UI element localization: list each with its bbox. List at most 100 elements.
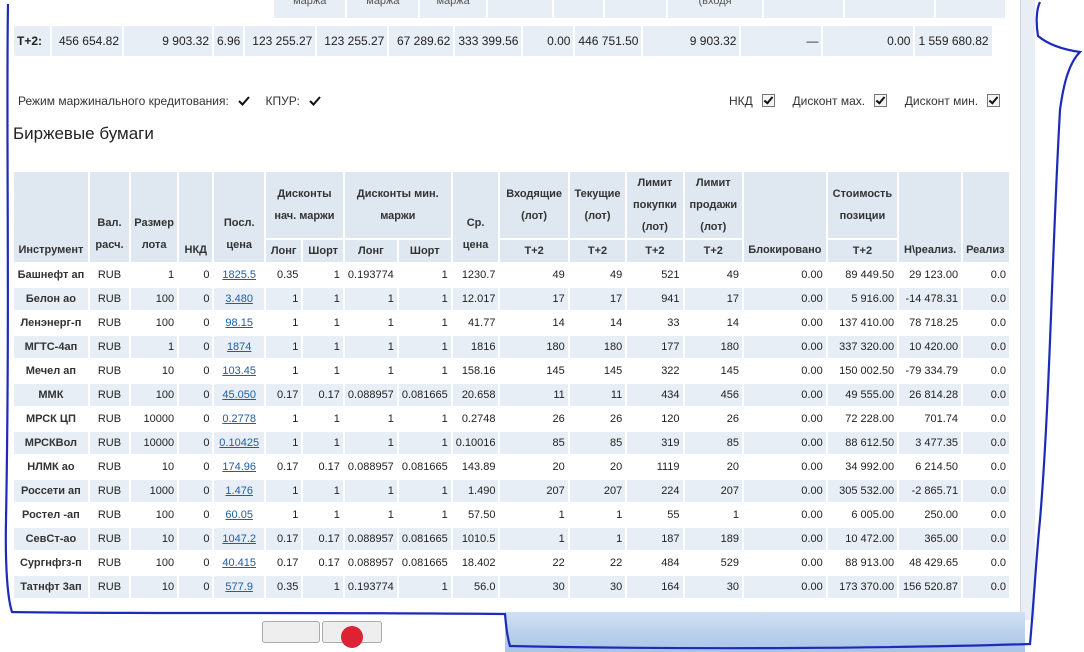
cell-avg-price: 41.77: [452, 312, 499, 334]
col-position-value-t2[interactable]: T+2: [827, 240, 898, 262]
cell-unrealized: 3 477.35: [899, 432, 962, 454]
cell-sell-limit: 189: [684, 528, 743, 550]
col-sell-limit[interactable]: Лимит продажи (лот): [684, 172, 743, 238]
table-row[interactable]: Татнфт 3ап RUB 10 0 577.9 0.35 1 0.193774 1 56.0 3…: [14, 576, 1009, 598]
vertical-scrollbar[interactable]: [1020, 0, 1035, 620]
col-sell-limit-t2[interactable]: T+2: [684, 240, 743, 262]
col-position-value[interactable]: Стоимость позиции: [827, 172, 898, 238]
col-disc-init[interactable]: Дисконты нач. маржи: [265, 172, 343, 238]
col-current[interactable]: Текущие (лот): [569, 172, 626, 238]
cell-realized: 0.0: [963, 528, 1009, 550]
cell-position-value: 72 228.00: [827, 408, 898, 430]
last-price-link[interactable]: 3.480: [225, 293, 253, 305]
col-buy-limit-t2[interactable]: T+2: [627, 240, 683, 262]
cell-realized: 0.0: [963, 576, 1009, 598]
last-price-link[interactable]: 103.45: [222, 365, 256, 377]
bottom-toolbar-button[interactable]: [262, 621, 320, 643]
table-row[interactable]: Башнефт ап RUB 1 0 1825.5 0.35 1 0.193774 1 1230.…: [14, 264, 1009, 286]
last-price-link[interactable]: 60.05: [225, 509, 253, 521]
col-last-price[interactable]: Посл. цена: [214, 172, 264, 262]
table-row[interactable]: Ростел -ап RUB 100 0 60.05 1 1 1 1 57.50 1 1 55 1 0.00…: [14, 504, 1009, 526]
cell-incoming: 30: [500, 576, 568, 598]
last-price-link[interactable]: 0.10425: [219, 437, 259, 449]
last-price-link[interactable]: 1874: [227, 341, 251, 353]
flags-bar: Режим маржинального кредитования: КПУР: …: [18, 94, 1018, 110]
bottom-toolbar-button[interactable]: [322, 621, 382, 648]
discount-max-checkbox[interactable]: [874, 94, 888, 107]
cell-incoming: 180: [500, 336, 568, 358]
last-price-link[interactable]: 577.9: [225, 581, 253, 593]
cell-disc-min-short: 1: [398, 504, 451, 526]
table-row[interactable]: Сургнфгз-п RUB 100 0 40.415 0.17 0.17 0.088957 0…: [14, 552, 1009, 574]
cell-last-price: 577.9: [214, 576, 264, 598]
cell-lot-size: 100: [131, 384, 178, 406]
col-nkd[interactable]: НКД: [179, 172, 213, 262]
col-disc-min-long[interactable]: Лонг: [344, 240, 397, 262]
col-realized[interactable]: Реализ: [963, 172, 1009, 262]
last-price-link[interactable]: 45.050: [222, 389, 256, 401]
cell-buy-limit: 33: [627, 312, 683, 334]
cell-disc-min-long: 1: [344, 312, 397, 334]
cell-realized: 0.0: [963, 312, 1009, 334]
col-disc-min-short[interactable]: Шорт: [398, 240, 451, 262]
cell-instrument: МГТС-4ап: [14, 336, 88, 358]
last-price-link[interactable]: 1825.5: [222, 269, 256, 281]
last-price-link[interactable]: 40.415: [222, 557, 256, 569]
cell-disc-min-short: 1: [398, 312, 451, 334]
cell-disc-min-long: 0.088957: [344, 552, 397, 574]
cell-sell-limit: 456: [684, 384, 743, 406]
cell-disc-init-long: 0.17: [265, 384, 302, 406]
col-disc-init-long[interactable]: Лонг: [265, 240, 302, 262]
col-unrealized[interactable]: Н\реализ.: [899, 172, 962, 262]
cell-instrument: МРСК ЦП: [14, 408, 88, 430]
col-disc-init-short[interactable]: Шорт: [303, 240, 343, 262]
cell-currency: RUB: [89, 408, 130, 430]
cell-currency: RUB: [89, 336, 130, 358]
table-row[interactable]: МРСК ЦП RUB 10000 0 0.2778 1 1 1 1 0.2748 26 26 120 2…: [14, 408, 1009, 430]
cell-disc-min-short: 1: [398, 576, 451, 598]
table-row[interactable]: ММК RUB 100 0 45.050 0.17 0.17 0.088957 0.081665…: [14, 384, 1009, 406]
table-row[interactable]: Ленэнерг-п RUB 100 0 98.15 1 1 1 1 41.77 14 14 33 14 0…: [14, 312, 1009, 334]
cell-currency: RUB: [89, 312, 130, 334]
cell-realized: 0.0: [963, 384, 1009, 406]
last-price-link[interactable]: 1047.2: [222, 533, 256, 545]
col-disc-min[interactable]: Дисконты мин. маржи: [344, 172, 451, 238]
cell-nkd: 0: [179, 408, 213, 430]
col-incoming-t2[interactable]: T+2: [500, 240, 568, 262]
col-instrument[interactable]: Инструмент: [14, 172, 88, 262]
cell-last-price: 98.15: [214, 312, 264, 334]
cell-unrealized: 365.00: [899, 528, 962, 550]
table-row[interactable]: Мечел ап RUB 10 0 103.45 1 1 1 1 158.16 145 145 322 1…: [14, 360, 1009, 382]
table-row[interactable]: Россети ап RUB 1000 0 1.476 1 1 1 1 1.490 207 207 22…: [14, 480, 1009, 502]
col-blocked[interactable]: Блокировано: [744, 172, 826, 262]
cell-realized: 0.0: [963, 408, 1009, 430]
cell-avg-price: 20.658: [452, 384, 499, 406]
table-row[interactable]: Белон ао RUB 100 0 3.480 1 1 1 1 12.017 17 17 941 17 0…: [14, 288, 1009, 310]
col-incoming[interactable]: Входящие (лот): [500, 172, 568, 238]
table-row[interactable]: МРСКВол RUB 10000 0 0.10425 1 1 1 1 0.10016 85 85 31…: [14, 432, 1009, 454]
col-avg-price[interactable]: Ср. цена: [452, 172, 499, 262]
last-price-link[interactable]: 1.476: [225, 485, 253, 497]
col-lot-size[interactable]: Размер лота: [131, 172, 178, 262]
cell-buy-limit: 55: [627, 504, 683, 526]
cell-currency: RUB: [89, 360, 130, 382]
nkd-checkbox[interactable]: [762, 94, 776, 107]
last-price-link[interactable]: 0.2778: [222, 413, 256, 425]
col-buy-limit[interactable]: Лимит покупки (лот): [627, 172, 683, 238]
table-row[interactable]: МГТС-4ап RUB 1 0 1874 1 1 1 1 1816 180 180 177 180 0.0…: [14, 336, 1009, 358]
cell-lot-size: 100: [131, 552, 178, 574]
table-row[interactable]: СевСт-ао RUB 10 0 1047.2 0.17 0.17 0.088957 0.08…: [14, 528, 1009, 550]
cell-incoming: 17: [500, 288, 568, 310]
cell-nkd: 0: [179, 312, 213, 334]
col-current-t2[interactable]: T+2: [569, 240, 626, 262]
last-price-link[interactable]: 98.15: [225, 317, 253, 329]
discount-min-checkbox[interactable]: [987, 94, 1001, 107]
cell-position-value: 137 410.00: [827, 312, 898, 334]
table-row[interactable]: НЛМК ао RUB 10 0 174.96 0.17 0.17 0.088957 0.081…: [14, 456, 1009, 478]
last-price-link[interactable]: 174.96: [222, 461, 256, 473]
cell-lot-size: 1000: [131, 480, 178, 502]
cell-position-value: 88 913.00: [827, 552, 898, 574]
cell-disc-min-short: 0.081665: [398, 552, 451, 574]
cell-disc-init-short: 1: [303, 576, 343, 598]
col-currency[interactable]: Вал. расч.: [89, 172, 130, 262]
